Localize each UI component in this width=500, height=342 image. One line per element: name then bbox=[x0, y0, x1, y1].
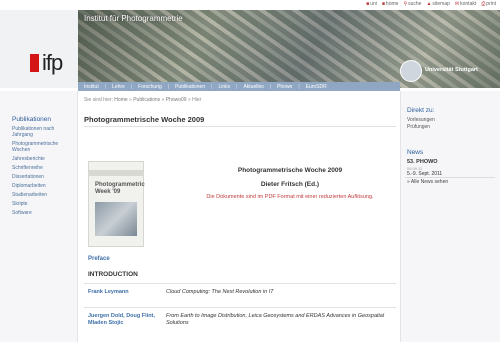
utility-bar: ■uni ■home ⚲suche ▲sitemap ✉kontakt ⎙pri… bbox=[0, 0, 500, 10]
university-logo-icon[interactable] bbox=[400, 60, 422, 82]
nav-item-links[interactable]: Links bbox=[218, 84, 230, 90]
nav-separator: | bbox=[236, 83, 238, 90]
mail-icon: ✉ bbox=[454, 1, 460, 7]
breadcrumb-publications[interactable]: Publications bbox=[133, 97, 160, 103]
sidebar-item-jahresberichte[interactable]: Jahresberichte bbox=[12, 156, 74, 162]
breadcrumb-prefix: Sie sind hier: bbox=[84, 97, 113, 103]
book-cover[interactable]: Photogrammetric Week '09 bbox=[88, 161, 145, 247]
sidebar-item-studienarbeiten[interactable]: Studienarbeiten bbox=[12, 192, 74, 198]
search-icon: ⚲ bbox=[403, 1, 408, 7]
pdf-note: Die Dokumente sind im PDF Format mit ein… bbox=[206, 194, 374, 200]
book-cover-title: Photogrammetric Week '09 bbox=[95, 182, 145, 195]
all-news-label: Alle News sehen bbox=[410, 179, 449, 185]
divider bbox=[84, 283, 396, 284]
news-event-title[interactable]: 53. PHOWO bbox=[407, 159, 438, 165]
breadcrumb-home[interactable]: Home bbox=[114, 97, 127, 103]
nav-item-publikationen[interactable]: Publikationen bbox=[175, 84, 205, 90]
paper-title: Cloud Computing: The Next Revolution in … bbox=[166, 289, 274, 295]
sidebar-item-dissertationen[interactable]: Dissertationen bbox=[12, 174, 74, 180]
direct-item-pruefungen[interactable]: Prüfungen bbox=[407, 124, 430, 130]
university-name[interactable]: Universität Stuttgart bbox=[425, 67, 478, 73]
info-title: Photogrammetrische Woche 2009 bbox=[237, 167, 343, 174]
sidebar-heading[interactable]: Publikationen bbox=[12, 116, 51, 123]
nav-separator: | bbox=[211, 83, 213, 90]
nav-separator: | bbox=[130, 83, 133, 90]
divider bbox=[84, 126, 396, 127]
paper-author-link[interactable]: Frank Leymann bbox=[88, 289, 156, 296]
nav-item-phowo[interactable]: Phowo bbox=[277, 84, 292, 90]
section-heading: INTRODUCTION bbox=[88, 271, 138, 278]
logo-red-bar bbox=[30, 54, 39, 72]
sidebar-item-wochen[interactable]: Photogrammetrische Wochen bbox=[12, 141, 74, 153]
nav-separator: | bbox=[167, 83, 170, 90]
sidebar-item-diplomarbeiten[interactable]: Diplomarbeiten bbox=[12, 183, 74, 189]
direct-item-vorlesungen[interactable]: Vorlesungen bbox=[407, 117, 435, 123]
page-title: Photogrammetrische Woche 2009 bbox=[84, 115, 205, 124]
nav-item-aktuelles[interactable]: Aktuelles bbox=[243, 84, 263, 90]
logo-text: ifp bbox=[42, 50, 63, 75]
news-heading: News bbox=[407, 149, 424, 156]
logo-block[interactable]: ifp bbox=[0, 10, 78, 88]
book-cover-image bbox=[95, 202, 137, 236]
sidebar-item-schriftenreihe[interactable]: Schriftenreihe bbox=[12, 165, 74, 171]
print-icon: ⎙ bbox=[481, 1, 486, 7]
sitemap-icon: ▲ bbox=[426, 1, 432, 7]
sidebar-item-skripte[interactable]: Skripte bbox=[12, 201, 74, 207]
util-sitemap[interactable]: ▲sitemap bbox=[426, 1, 449, 7]
direct-heading: Direkt zu: bbox=[407, 107, 435, 114]
nav-item-eurosdr[interactable]: EuroSDR bbox=[306, 84, 327, 90]
nav-item-institut[interactable]: Institut bbox=[84, 84, 99, 90]
site-title: Institut für Photogrammetrie bbox=[84, 14, 183, 23]
preface-link[interactable]: Preface bbox=[88, 256, 110, 262]
nav-item-lehre[interactable]: Lehre bbox=[112, 84, 125, 90]
right-sidebar: Direkt zu: Vorlesungen Prüfungen News 53… bbox=[400, 91, 500, 342]
sidebar-item-jahrgang[interactable]: Publikationen nach Jahrgang bbox=[12, 126, 74, 138]
home-icon: ■ bbox=[381, 1, 385, 7]
info-editor: Dieter Fritsch (Ed.) bbox=[260, 181, 320, 188]
paper-title: From Earth to Image Distribution, Leica … bbox=[166, 313, 385, 326]
nav-separator: | bbox=[298, 83, 300, 90]
breadcrumb-phowo09[interactable]: Phowo09 bbox=[166, 97, 187, 103]
util-home[interactable]: ■home bbox=[382, 1, 399, 7]
breadcrumb: Sie sind hier: Home » Publications » Pho… bbox=[84, 97, 202, 103]
sidebar-item-software[interactable]: Software bbox=[12, 210, 74, 216]
util-uni[interactable]: ■uni bbox=[366, 1, 377, 7]
main-content: Sie sind hier: Home » Publications » Pho… bbox=[80, 91, 400, 342]
main-nav: Institut | Lehre | Forschung | Publikati… bbox=[78, 82, 400, 91]
utility-links: ■uni ■home ⚲suche ▲sitemap ✉kontakt ⎙pri… bbox=[366, 1, 496, 7]
util-print[interactable]: ⎙print bbox=[481, 1, 496, 7]
book-band bbox=[89, 170, 143, 176]
util-kontakt[interactable]: ✉kontakt bbox=[455, 1, 476, 7]
nav-separator: | bbox=[269, 83, 272, 90]
breadcrumb-current: Hier bbox=[192, 97, 202, 103]
nav-separator: | bbox=[104, 83, 107, 90]
left-sidebar: Publikationen Publikationen nach Jahrgan… bbox=[0, 91, 78, 342]
home-icon: ■ bbox=[366, 1, 370, 7]
divider bbox=[84, 307, 396, 308]
nav-item-forschung[interactable]: Forschung bbox=[138, 84, 162, 90]
util-search[interactable]: ⚲suche bbox=[403, 1, 421, 7]
sidebar-list: Publikationen nach Jahrgang Photogrammet… bbox=[12, 126, 74, 219]
divider bbox=[405, 177, 495, 178]
paper-author-link[interactable]: Juergen Dold, Doug Flint, Mladen Stojic bbox=[88, 313, 156, 327]
all-news-link[interactable]: » Alle News sehen bbox=[407, 179, 448, 185]
